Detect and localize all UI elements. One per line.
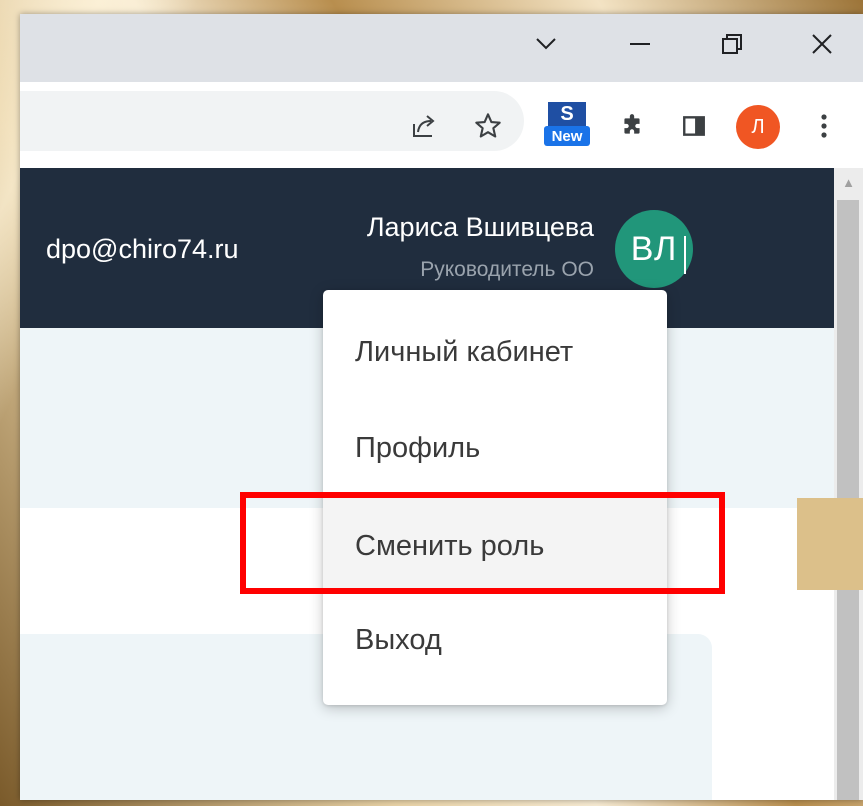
avatar[interactable]: ВЛ (615, 210, 693, 288)
extension-logo: S (548, 102, 586, 126)
browser-title-bar (20, 14, 863, 82)
profile-avatar-button[interactable]: Л (736, 105, 780, 149)
menu-item-logout[interactable]: Выход (323, 592, 667, 688)
share-icon[interactable] (402, 104, 446, 148)
restore-icon[interactable] (704, 22, 760, 66)
extension-new-icon[interactable]: S New (542, 98, 592, 150)
menu-item-personal-account[interactable]: Личный кабинет (323, 304, 667, 400)
menu-item-profile[interactable]: Профиль (323, 400, 667, 496)
decorative-edge (797, 498, 863, 590)
minimize-icon[interactable] (612, 22, 668, 66)
new-badge: New (544, 126, 590, 146)
user-role: Руководитель ОО (420, 258, 594, 281)
scroll-up-arrow-icon[interactable]: ▲ (834, 168, 863, 196)
address-bar[interactable] (20, 91, 524, 151)
user-name[interactable]: Лариса Вшивцева (367, 212, 594, 243)
star-icon[interactable] (466, 104, 510, 148)
text-cursor (684, 236, 686, 274)
puzzle-icon[interactable] (610, 104, 654, 148)
close-icon[interactable] (794, 22, 850, 66)
chevron-down-icon[interactable] (518, 22, 574, 66)
avatar-initials: ВЛ (630, 229, 678, 268)
browser-toolbar: S New Л (20, 82, 863, 168)
user-email: dpo@chiro74.ru (46, 234, 239, 264)
annotation-highlight-box (240, 492, 725, 594)
side-panel-icon[interactable] (672, 104, 716, 148)
kebab-menu-icon[interactable] (804, 104, 844, 148)
